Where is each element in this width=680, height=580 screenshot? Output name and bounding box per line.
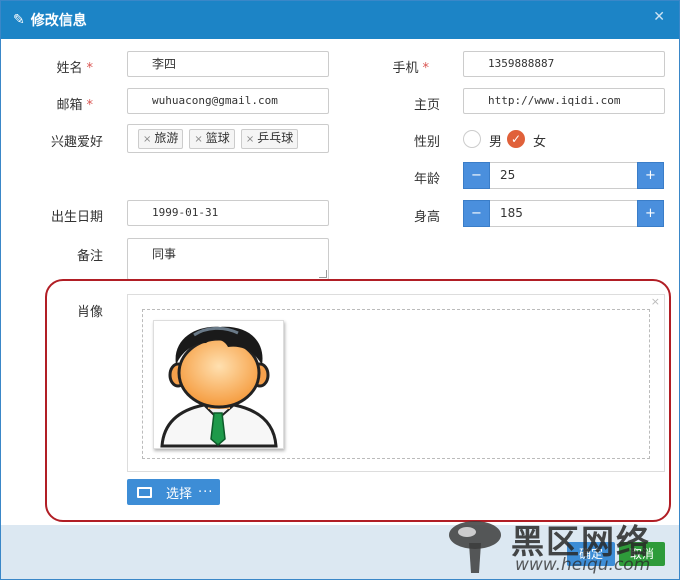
watermark-logo-icon [449,521,501,573]
hobby-tag: × 乒乓球 [240,129,299,149]
folder-open-icon [137,486,152,498]
pencil-icon: ✎ [13,12,25,28]
select-file-button[interactable]: 选择 ··· [127,479,220,505]
remove-tag-icon[interactable]: × [143,134,151,145]
gender-label: 性别 [413,135,440,150]
resize-grip-icon[interactable] [319,270,327,278]
required-mark: * [422,61,430,76]
close-icon[interactable]: ✕ [653,9,665,25]
required-mark: * [86,98,94,113]
homepage-label: 主页 [413,98,440,113]
portrait-upload-box: × [127,294,665,472]
hobbies-tag-input[interactable]: × 旅游 × 篮球 × 乒乓球 [127,124,329,153]
edit-info-dialog: ✎ 修改信息 ✕ 姓名 * 李四 手机 * 1359888887 邮箱 * wuhua… [0,0,680,580]
upload-drop-zone[interactable] [142,309,650,459]
remove-tag-icon[interactable]: × [194,134,202,145]
portrait-thumbnail[interactable] [153,320,284,449]
age-decrement-button[interactable]: − [463,162,490,189]
birthday-input[interactable]: 1999-01-31 [127,200,329,226]
note-label: 备注 [76,249,103,264]
dialog-header: ✎ 修改信息 ✕ [1,1,679,39]
height-increment-button[interactable]: + [637,200,664,227]
age-label: 年龄 [413,172,440,187]
gender-female-label: 女 [533,135,547,150]
email-input[interactable]: wuhuacong@gmail.com [127,88,329,114]
name-label: 姓名 * [56,61,94,76]
avatar-icon [160,326,278,448]
note-textarea[interactable]: 同事 [127,238,329,280]
remove-tag-icon[interactable]: × [246,134,254,145]
gender-female-radio[interactable]: ✓ [507,130,525,148]
hobby-tag: × 篮球 [189,129,235,149]
age-input[interactable]: 25 [490,162,637,189]
hobby-tag: × 旅游 [138,129,184,149]
height-label: 身高 [413,210,440,225]
gender-male-label: 男 [489,135,503,150]
height-input[interactable]: 185 [490,200,637,227]
birthday-label: 出生日期 [50,210,103,225]
dialog-title: 修改信息 [30,13,87,29]
height-stepper: − 185 + [463,200,664,227]
gender-male-radio[interactable] [463,130,481,148]
homepage-input[interactable]: http://www.iqidi.com [463,88,665,114]
age-increment-button[interactable]: + [637,162,664,189]
email-label: 邮箱 * [56,98,94,113]
mobile-label: 手机 * [392,61,430,76]
required-mark: * [86,61,94,76]
height-decrement-button[interactable]: − [463,200,490,227]
portrait-label: 肖像 [76,305,103,320]
remove-file-icon[interactable]: × [651,295,660,308]
watermark-url: www.heiqu.com [515,555,651,575]
name-input[interactable]: 李四 [127,51,329,77]
age-stepper: − 25 + [463,162,664,189]
hobbies-label: 兴趣爱好 [50,135,103,150]
watermark: 黑区网络 www.heiqu.com [447,515,679,579]
mobile-input[interactable]: 1359888887 [463,51,665,77]
